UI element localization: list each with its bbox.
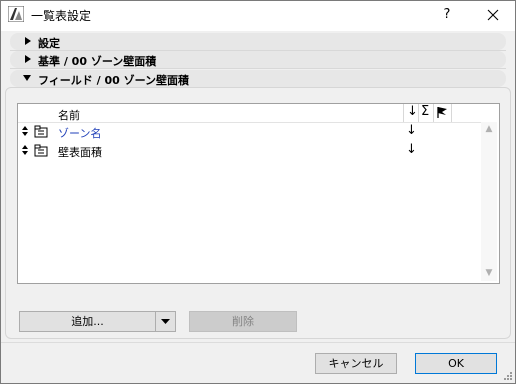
section-settings-label: 設定 xyxy=(38,37,60,50)
field-icon xyxy=(34,144,48,157)
scroll-up-icon[interactable]: ▲ xyxy=(481,122,497,136)
resize-grip-icon[interactable] xyxy=(503,371,513,381)
table-row[interactable]: 壁表面積 ↓ xyxy=(18,142,480,160)
sort-arrow-icon[interactable]: ↓ xyxy=(407,104,418,119)
reorder-handle-icon[interactable] xyxy=(21,124,29,138)
column-header-sum[interactable]: Σ xyxy=(421,104,429,119)
flag-icon[interactable] xyxy=(436,106,448,118)
divider xyxy=(10,68,506,69)
close-icon[interactable] xyxy=(480,1,506,29)
section-criteria-label: 基準 / 00 ゾーン壁面積 xyxy=(38,55,157,68)
help-button[interactable]: ? xyxy=(434,1,460,29)
column-separator xyxy=(418,104,419,122)
window-title: 一覧表設定 xyxy=(31,9,92,23)
column-separator xyxy=(433,104,434,122)
section-fields[interactable]: フィールド / 00 ゾーン壁面積 xyxy=(10,70,506,87)
section-criteria[interactable]: 基準 / 00 ゾーン壁面積 xyxy=(10,51,506,68)
add-dropdown-button[interactable] xyxy=(155,311,176,332)
app-icon xyxy=(8,6,24,22)
ok-button[interactable]: OK xyxy=(415,353,497,374)
expand-right-icon xyxy=(25,37,31,45)
chevron-down-icon xyxy=(161,319,170,324)
delete-button[interactable]: 削除 xyxy=(189,311,297,332)
expand-down-icon xyxy=(23,75,31,81)
section-fields-label: フィールド / 00 ゾーン壁面積 xyxy=(38,74,190,87)
cancel-button[interactable]: キャンセル xyxy=(315,353,397,374)
footer-divider xyxy=(1,342,515,343)
table-row[interactable]: ゾーン名 ↓ xyxy=(18,123,480,141)
field-icon xyxy=(34,125,48,138)
row-sort-arrow[interactable]: ↓ xyxy=(406,123,417,138)
column-separator xyxy=(403,104,404,122)
row-name: 壁表面積 xyxy=(58,146,102,159)
column-separator xyxy=(451,104,452,122)
section-settings[interactable]: 設定 xyxy=(10,33,506,50)
expand-right-icon xyxy=(25,55,31,63)
column-header-name[interactable]: 名前 xyxy=(58,107,80,123)
reorder-handle-icon[interactable] xyxy=(21,143,29,157)
row-name: ゾーン名 xyxy=(58,127,102,140)
vertical-scrollbar[interactable] xyxy=(481,122,497,281)
scroll-down-icon[interactable]: ▼ xyxy=(481,266,497,280)
add-button[interactable]: 追加... xyxy=(19,311,156,332)
row-sort-arrow[interactable]: ↓ xyxy=(406,142,417,157)
